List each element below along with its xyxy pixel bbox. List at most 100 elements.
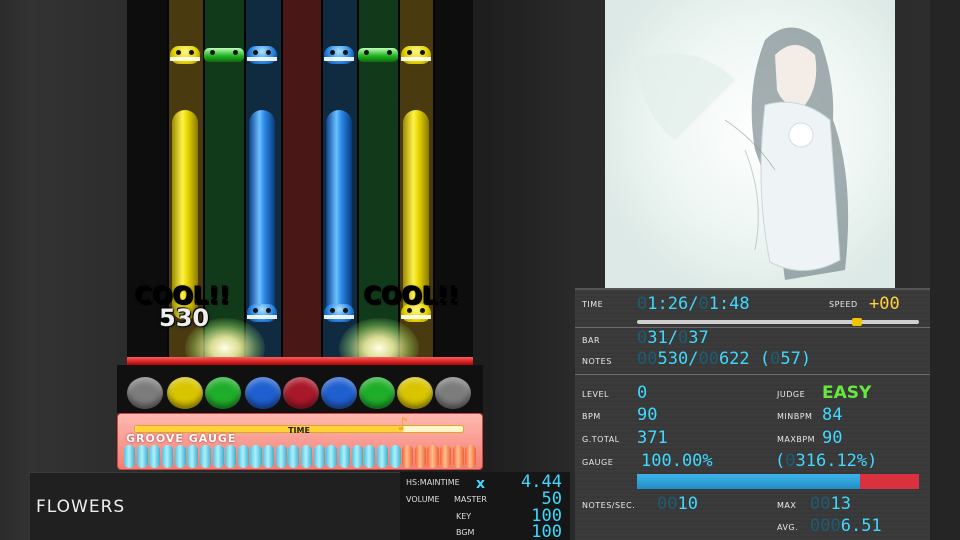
stats-panel: TIME 01:26/01:48 SPEED +00 BAR 031/037 N… xyxy=(575,288,930,540)
gauge-cell xyxy=(326,445,338,468)
gtotal-label: G.TOTAL xyxy=(582,435,620,444)
gauge-cell xyxy=(402,445,414,468)
bgm-volume-value: 100 xyxy=(531,522,562,540)
notes-remaining: 57 xyxy=(780,349,801,369)
judgement-text: COOL!! xyxy=(364,282,461,311)
gauge-cell xyxy=(414,445,426,468)
gauge-cell xyxy=(301,445,313,468)
level-label: LEVEL xyxy=(582,390,609,399)
key-3 xyxy=(203,375,243,411)
avg-label: AVG. xyxy=(777,523,799,532)
song-info-bar: FLOWERS xyxy=(30,472,400,540)
minbpm-value: 84 xyxy=(822,405,843,425)
key-volume-label: KEY xyxy=(456,512,472,521)
note-blue xyxy=(324,304,354,322)
key-6 xyxy=(319,375,359,411)
notes-total: 622 xyxy=(718,349,750,369)
gauge-cell xyxy=(237,445,249,468)
max-label: MAX xyxy=(777,501,797,510)
gauge-cell xyxy=(376,445,388,468)
gauge-bar xyxy=(637,474,919,489)
gauge-cell xyxy=(389,445,401,468)
game-screen: COOL!! 530 COOL!! TIME ♪ GROOVE GAUGE FL… xyxy=(0,0,960,540)
bpm-label: BPM xyxy=(582,412,601,421)
level-value: 0 xyxy=(637,383,648,403)
gauge-label: GAUGE xyxy=(582,458,614,467)
speed-slider xyxy=(637,318,919,326)
bgm-volume-label: BGM xyxy=(456,528,475,537)
speed-slider-knob xyxy=(851,318,862,326)
gauge-cell xyxy=(440,445,452,468)
avg-value: 0006.51 xyxy=(810,516,882,536)
note-blue xyxy=(247,46,277,64)
options-panel: HS:MAINTIME x 4.44 VOLUME MASTER 50 KEY … xyxy=(400,472,570,540)
time-slash: / xyxy=(688,294,699,314)
speed-label: SPEED xyxy=(829,300,858,309)
judge-value: EASY xyxy=(822,383,872,403)
gauge-cell xyxy=(263,445,275,468)
maxbpm-label: MAXBPM xyxy=(777,435,816,444)
gauge-bar-fill xyxy=(637,474,860,489)
bar-current: 31 xyxy=(647,328,668,348)
gauge-cell xyxy=(250,445,262,468)
gauge-cell xyxy=(275,445,287,468)
note-yellow xyxy=(401,46,431,64)
key-1 xyxy=(125,375,165,411)
hs-multiplier-x: x xyxy=(476,476,486,492)
gauge-cell xyxy=(338,445,351,468)
groove-gauge-label: GROOVE GAUGE xyxy=(126,432,237,445)
nps-label: NOTES/SEC. xyxy=(582,501,636,510)
notes-label: NOTES xyxy=(582,357,612,366)
avg-number: 6.51 xyxy=(840,516,882,536)
note-blue xyxy=(247,304,277,322)
time-current: 01:26/01:48 xyxy=(637,294,750,314)
gauge-cell xyxy=(199,445,211,468)
gauge-cell xyxy=(313,445,325,468)
key-receptors xyxy=(117,365,483,413)
gauge-cell xyxy=(174,445,186,468)
gauge-cell xyxy=(187,445,199,468)
time-total-value: 1:48 xyxy=(708,294,750,314)
gauge-cell xyxy=(364,445,376,468)
bar-label: BAR xyxy=(582,336,601,345)
volume-label: VOLUME xyxy=(406,495,440,504)
hold-note-blue xyxy=(249,110,275,320)
song-title: FLOWERS xyxy=(36,497,126,517)
gauge-cell xyxy=(288,445,300,468)
gauge-cells xyxy=(124,445,478,468)
hs-label: HS:MAINTIME xyxy=(406,478,460,487)
maxbpm-value: 90 xyxy=(822,428,843,448)
note-yellow xyxy=(170,46,200,64)
illustration-girl xyxy=(605,0,895,288)
music-note-icon: ♪ xyxy=(396,414,409,435)
key-4 xyxy=(243,375,283,411)
key-9 xyxy=(433,375,473,411)
notes-current: 530 xyxy=(657,349,689,369)
hold-note-blue xyxy=(326,110,352,320)
judge-label: JUDGE xyxy=(777,390,806,399)
note-green xyxy=(358,48,398,62)
gauge-cell xyxy=(124,445,136,468)
combo-counter: 530 xyxy=(159,304,210,332)
gauge-cell xyxy=(149,445,161,468)
note-blue xyxy=(324,46,354,64)
bar-value: 031/037 xyxy=(637,328,709,348)
gauge-extra-value: 316.12% xyxy=(795,451,868,471)
gtotal-value: 371 xyxy=(637,428,668,448)
max-number: 13 xyxy=(830,494,851,514)
right-border xyxy=(930,0,960,540)
background-art xyxy=(605,0,895,288)
nps-value: 0010 xyxy=(657,494,698,514)
judgement-right: COOL!! xyxy=(364,282,461,311)
key-8 xyxy=(395,375,435,411)
judge-line xyxy=(127,357,473,365)
gauge-value: 100.00% xyxy=(641,451,713,471)
lane-5 xyxy=(281,0,321,365)
note-green xyxy=(204,48,244,62)
speed-value: +00 xyxy=(869,294,900,314)
gauge-cell xyxy=(427,445,439,468)
gauge-cell xyxy=(452,445,464,468)
gauge-cell xyxy=(136,445,148,468)
key-7 xyxy=(357,375,397,411)
gauge-cell xyxy=(351,445,363,468)
